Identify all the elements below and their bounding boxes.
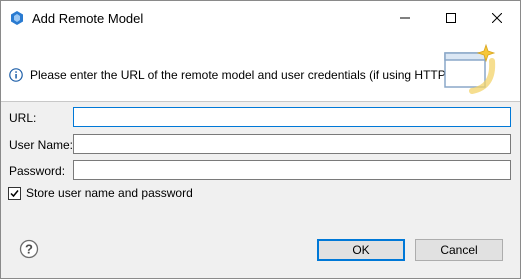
close-button[interactable] [474, 1, 520, 35]
app-icon [11, 11, 23, 25]
banner-message: Please enter the URL of the remote model… [30, 68, 450, 82]
password-input[interactable] [73, 160, 511, 180]
store-credentials-option[interactable]: Store user name and password [8, 186, 193, 200]
minimize-icon [400, 17, 410, 19]
url-input[interactable] [73, 107, 511, 127]
maximize-button[interactable] [428, 1, 474, 35]
minimize-button[interactable] [382, 1, 428, 35]
store-credentials-checkbox[interactable] [8, 186, 21, 200]
url-label: URL: [9, 111, 37, 125]
svg-text:?: ? [25, 242, 33, 257]
cancel-button[interactable]: Cancel [415, 239, 503, 261]
ok-button[interactable]: OK [317, 239, 405, 261]
checkmark-icon [10, 189, 19, 197]
close-icon [492, 13, 502, 23]
maximize-icon [446, 13, 456, 23]
window-title: Add Remote Model [32, 11, 144, 26]
password-label: Password: [9, 164, 66, 178]
add-remote-model-dialog: Add Remote Model Please enter the URL of… [0, 0, 521, 279]
info-icon [9, 68, 23, 82]
wizard-banner-icon [444, 43, 496, 94]
help-icon[interactable]: ? [19, 239, 39, 259]
username-label: User Name: [9, 138, 74, 152]
wizard-banner: Please enter the URL of the remote model… [1, 35, 520, 102]
username-input[interactable] [73, 134, 511, 154]
store-credentials-label: Store user name and password [26, 186, 193, 200]
title-bar[interactable]: Add Remote Model [1, 1, 520, 35]
